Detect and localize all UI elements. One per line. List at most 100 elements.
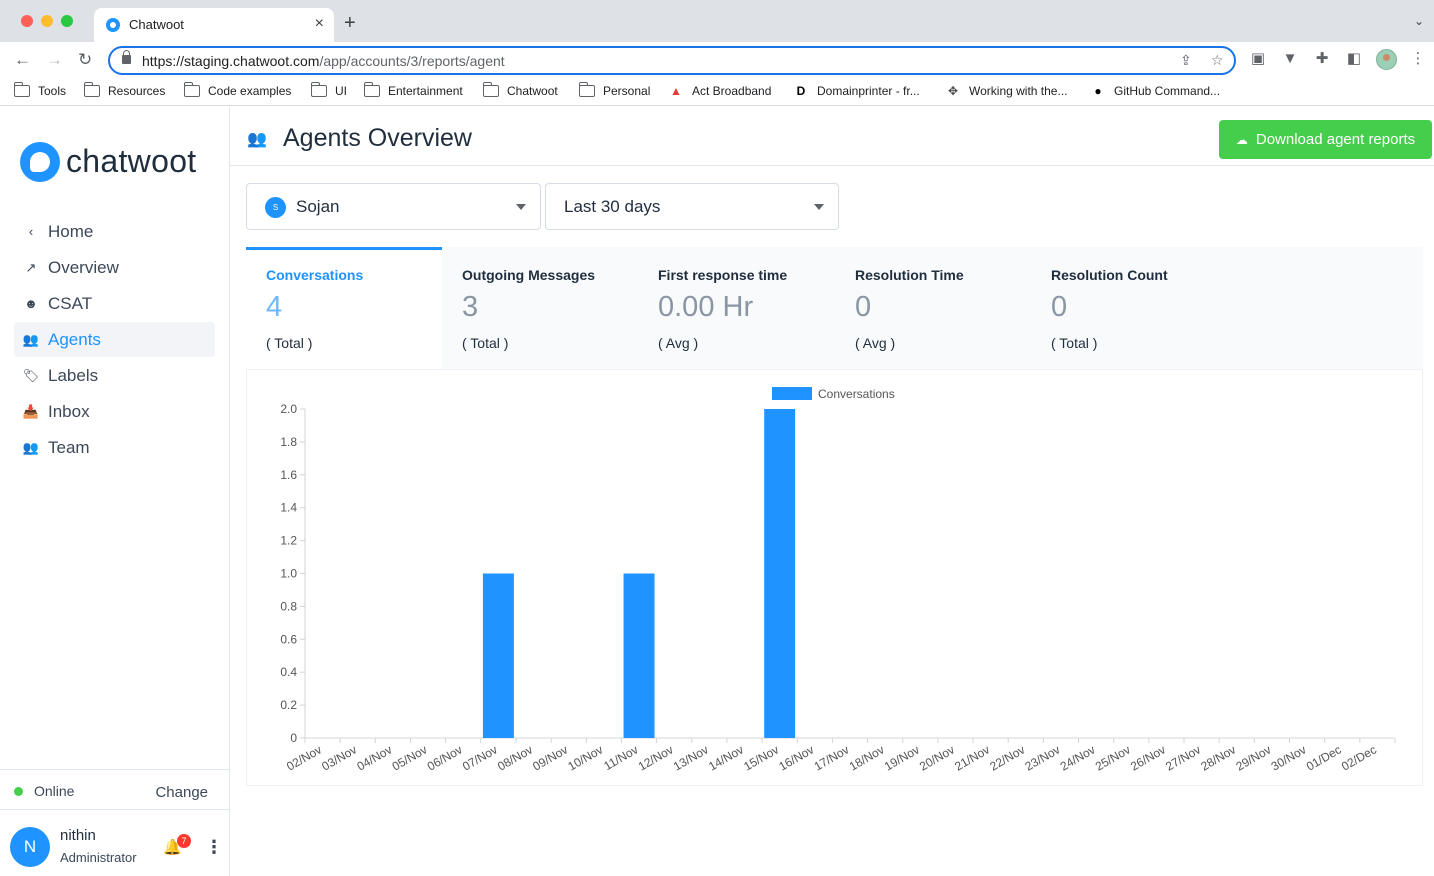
maximize-window-button[interactable] <box>61 15 73 27</box>
metric-sub: ( Total ) <box>462 335 509 351</box>
user-name: nithin <box>60 827 96 844</box>
caret-down-icon <box>814 204 824 210</box>
sidebar-item-label: Home <box>48 221 94 241</box>
report-metrics: Conversations 4 ( Total ) Outgoing Messa… <box>246 247 1423 369</box>
chevron-left-icon: ‹ <box>28 223 34 239</box>
share-icon[interactable]: ⇪ <box>1180 52 1192 69</box>
metric-outgoing-messages[interactable]: Outgoing Messages 3 ( Total ) <box>442 247 638 369</box>
x-tick-label: 18/Nov <box>847 742 887 773</box>
lock-icon <box>122 50 131 64</box>
agent-select[interactable]: S Sojan <box>246 183 541 230</box>
sidebar-item-home[interactable]: ‹ Home <box>14 214 215 249</box>
browser-toolbar: ← → ↻ https://staging.chatwoot.com/app/a… <box>0 42 1434 78</box>
y-tick-label: 1.8 <box>280 435 297 449</box>
x-tick-label: 25/Nov <box>1093 742 1133 773</box>
tab-search-chevron-icon[interactable]: ⌄ <box>1414 14 1424 28</box>
x-tick-label: 29/Nov <box>1233 742 1273 773</box>
y-tick-label: 1.0 <box>280 567 297 581</box>
sidebar: chatwoot ‹ Home ↗ Overview ☻ CSAT 👥 Agen… <box>0 107 230 876</box>
metric-sub: ( Avg ) <box>658 335 699 351</box>
bookmark-tools[interactable]: Tools <box>14 82 66 98</box>
change-status-button[interactable]: Change <box>155 784 208 801</box>
bookmark-resources[interactable]: Resources <box>84 82 165 98</box>
date-range-select[interactable]: Last 30 days <box>545 183 839 230</box>
sidebar-item-overview[interactable]: ↗ Overview <box>14 250 215 285</box>
x-tick-label: 07/Nov <box>460 742 500 773</box>
bookmark-chatwoot[interactable]: Chatwoot <box>483 82 558 98</box>
sidebar-item-label: Inbox <box>48 401 90 421</box>
more-options-icon[interactable]: ⋮ <box>205 838 223 856</box>
profile-avatar-icon[interactable] <box>1376 49 1397 70</box>
browser-tab[interactable]: Chatwoot × <box>94 8 334 42</box>
bookmark-ui[interactable]: UI <box>311 82 347 98</box>
download-agent-reports-button[interactable]: ☁ Download agent reports <box>1219 120 1432 159</box>
folder-icon <box>364 82 380 97</box>
extensions-puzzle-icon[interactable]: ✚ <box>1314 51 1330 67</box>
sidebar-item-label: Labels <box>48 365 99 385</box>
tab-close-icon[interactable]: × <box>315 14 324 34</box>
sidebar-item-inbox[interactable]: 📥 Inbox <box>14 394 215 429</box>
metric-resolution-time[interactable]: Resolution Time 0 ( Avg ) <box>835 247 1031 369</box>
picture-in-picture-icon[interactable]: ▣ <box>1250 51 1266 67</box>
sidebar-item-team[interactable]: 👥 Team <box>14 430 215 465</box>
metric-label: First response time <box>658 267 788 283</box>
new-tab-button[interactable]: + <box>344 12 356 34</box>
bookmark-domainprinter[interactable]: D Domainprinter - fr... <box>793 84 920 98</box>
x-tick-label: 01/Dec <box>1304 742 1344 773</box>
minimize-window-button[interactable] <box>41 15 53 27</box>
tab-title: Chatwoot <box>129 17 184 32</box>
url-text: https://staging.chatwoot.com/app/account… <box>142 53 505 69</box>
bar <box>623 573 655 738</box>
github-icon: ● <box>1094 84 1102 98</box>
metric-first-response-time[interactable]: First response time 0.00 Hr ( Avg ) <box>638 247 834 369</box>
x-tick-label: 21/Nov <box>952 742 992 773</box>
metric-resolution-count[interactable]: Resolution Count 0 ( Total ) <box>1031 247 1227 369</box>
bookmark-entertainment[interactable]: Entertainment <box>364 82 463 98</box>
sidebar-item-label: Overview <box>48 257 119 277</box>
avatar[interactable]: N <box>10 827 50 867</box>
bookmark-github-command[interactable]: ● GitHub Command... <box>1090 84 1220 98</box>
browser-menu-icon[interactable]: ⋮ <box>1410 51 1426 67</box>
tag-icon: 🏷 <box>22 367 40 383</box>
sidebar-item-label: CSAT <box>48 293 93 313</box>
x-tick-label: 13/Nov <box>671 742 711 773</box>
metric-sub: ( Total ) <box>1051 335 1098 351</box>
forward-arrow-icon[interactable]: → <box>46 50 63 70</box>
y-tick-label: 1.2 <box>280 534 297 548</box>
close-window-button[interactable] <box>21 15 33 27</box>
chatwoot-logo-icon <box>20 142 60 182</box>
y-tick-label: 1.6 <box>280 468 297 482</box>
reload-icon[interactable]: ↻ <box>78 50 92 70</box>
bookmark-personal[interactable]: Personal <box>579 82 650 98</box>
side-panel-icon[interactable]: ◧ <box>1346 51 1362 67</box>
bookmark-act-broadband[interactable]: ▲ Act Broadband <box>668 84 771 98</box>
cloud-download-icon: ☁ <box>1235 132 1248 147</box>
vue-devtools-icon[interactable]: ▼ <box>1282 51 1298 67</box>
legend-label: Conversations <box>818 387 895 401</box>
bookmark-working-with[interactable]: ✥ Working with the... <box>945 84 1068 98</box>
x-tick-label: 02/Dec <box>1339 742 1379 773</box>
address-bar[interactable]: https://staging.chatwoot.com/app/account… <box>108 46 1236 75</box>
metric-value: 0.00 Hr <box>658 291 754 323</box>
x-tick-label: 28/Nov <box>1198 742 1238 773</box>
sidebar-item-agents[interactable]: 👥 Agents <box>14 322 215 357</box>
chatwoot-app: chatwoot ‹ Home ↗ Overview ☻ CSAT 👥 Agen… <box>0 107 1434 876</box>
sidebar-item-csat[interactable]: ☻ CSAT <box>14 286 215 321</box>
notification-badge: 7 <box>177 834 191 848</box>
status-text: Online <box>34 783 75 799</box>
x-tick-label: 20/Nov <box>917 742 957 773</box>
metric-conversations[interactable]: Conversations 4 ( Total ) <box>246 247 442 369</box>
sidebar-item-labels[interactable]: 🏷 Labels <box>14 358 215 393</box>
x-tick-label: 09/Nov <box>530 742 570 773</box>
metric-sub: ( Total ) <box>266 335 313 351</box>
people-icon: 👥 <box>22 331 40 347</box>
bookmark-code-examples[interactable]: Code examples <box>184 82 291 98</box>
y-tick-label: 0.6 <box>280 632 297 646</box>
bookmark-star-icon[interactable]: ☆ <box>1211 52 1224 69</box>
metric-label: Conversations <box>266 267 364 283</box>
inbox-tray-icon: 📥 <box>22 403 40 419</box>
back-arrow-icon[interactable]: ← <box>14 50 31 70</box>
metric-label: Resolution Count <box>1051 267 1168 283</box>
x-tick-label: 10/Nov <box>565 742 605 773</box>
sidebar-item-label: Team <box>48 437 90 457</box>
